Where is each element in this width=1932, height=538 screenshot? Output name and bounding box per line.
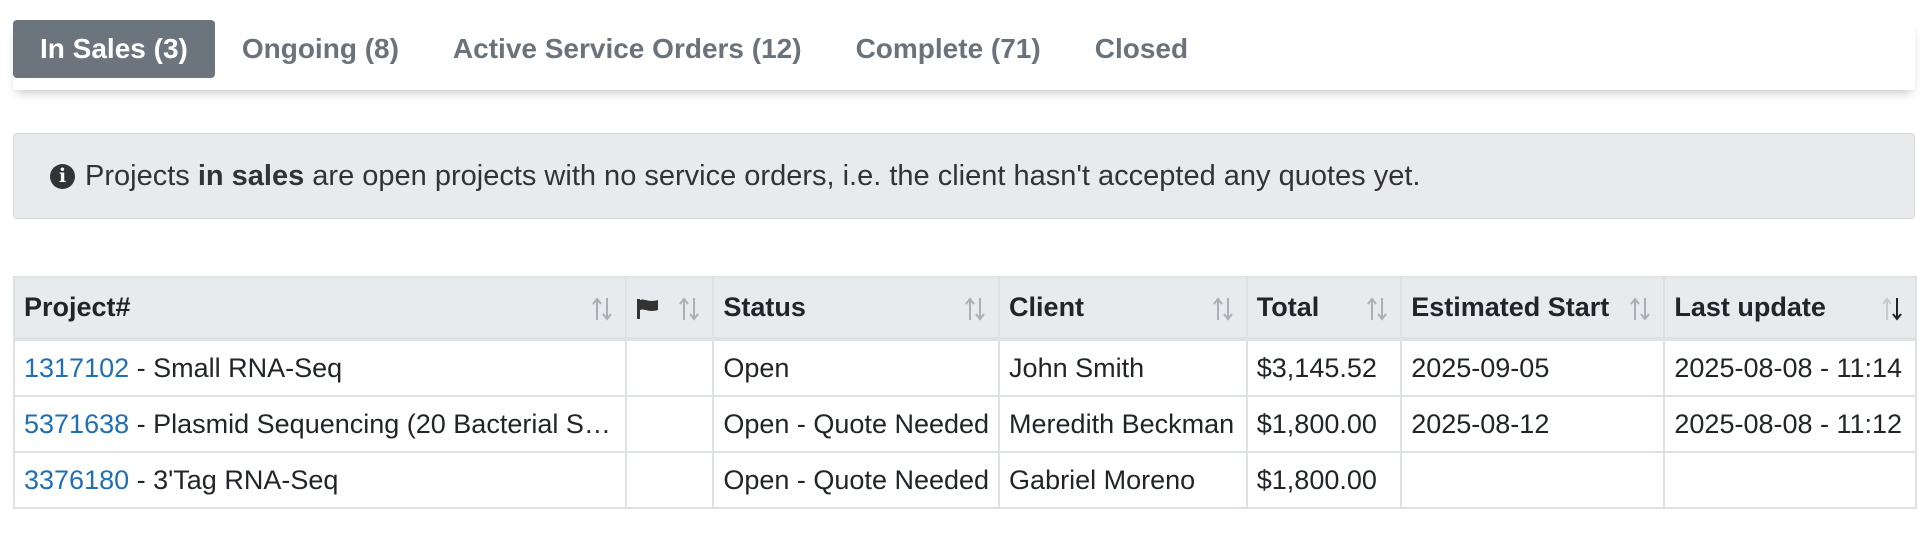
project-tabs: In Sales (3) Ongoing (8) Active Service …: [13, 20, 1915, 90]
cell-project: 3376180 - 3'Tag RNA-Seq: [13, 451, 627, 509]
header-last-update[interactable]: Last update: [1663, 276, 1917, 341]
header-estimated-start-label: Estimated Start: [1411, 292, 1610, 322]
tab-ongoing[interactable]: Ongoing (8): [215, 20, 426, 78]
header-last-update-label: Last update: [1674, 292, 1826, 322]
project-title: - Small RNA-Seq: [129, 352, 343, 383]
sort-both-icon[interactable]: [964, 296, 986, 322]
project-id-link[interactable]: 3376180: [24, 465, 129, 495]
cell-estimated-start: 2025-08-12: [1400, 395, 1666, 453]
table-header-row: Project# Status Client Total Estimated S…: [13, 276, 1917, 341]
project-id-link[interactable]: 5371638: [24, 409, 129, 439]
cell-flag: [624, 338, 715, 397]
tab-complete[interactable]: Complete (71): [829, 20, 1068, 78]
tab-in-sales[interactable]: In Sales (3): [13, 20, 215, 78]
cell-last-update: 2025-08-08 - 11:14: [1663, 338, 1917, 397]
table-row: 5371638 - Plasmid Sequencing (20 Bacteri…: [13, 395, 1917, 453]
flag-icon: [636, 292, 660, 322]
header-project-label: Project#: [24, 292, 131, 322]
cell-project: 5371638 - Plasmid Sequencing (20 Bacteri…: [13, 395, 627, 453]
table-row: 1317102 - Small RNA-Seq Open John Smith …: [13, 338, 1917, 397]
cell-total: $3,145.52: [1245, 338, 1403, 397]
cell-total: $1,800.00: [1245, 451, 1403, 509]
cell-total: $1,800.00: [1245, 395, 1403, 453]
cell-flag: [624, 395, 715, 453]
projects-table: Project# Status Client Total Estimated S…: [13, 276, 1917, 509]
project-title: - Plasmid Sequencing (20 Bacterial Sam..…: [129, 408, 626, 439]
header-total-label: Total: [1256, 292, 1320, 322]
tab-active-service-orders[interactable]: Active Service Orders (12): [426, 20, 829, 78]
cell-estimated-start: 2025-09-05: [1400, 338, 1666, 397]
alert-emphasis: in sales: [197, 159, 305, 192]
header-project[interactable]: Project#: [13, 276, 627, 341]
header-client-label: Client: [1009, 292, 1085, 322]
info-circle-icon: i: [50, 163, 75, 189]
alert-prefix: Projects: [85, 159, 198, 192]
header-total[interactable]: Total: [1245, 276, 1403, 341]
project-title: - 3'Tag RNA-Seq: [129, 464, 339, 495]
sort-both-icon[interactable]: [1366, 296, 1388, 322]
cell-client: Meredith Beckman: [998, 395, 1248, 453]
cell-status: Open - Quote Needed: [712, 395, 1001, 453]
sort-both-icon[interactable]: [678, 296, 700, 322]
cell-client: John Smith: [998, 338, 1248, 397]
cell-last-update: 2025-08-08 - 11:12: [1663, 395, 1917, 453]
header-estimated-start[interactable]: Estimated Start: [1400, 276, 1666, 341]
cell-last-update: [1663, 451, 1917, 509]
cell-status: Open: [712, 338, 1001, 397]
header-status-label: Status: [723, 292, 806, 322]
sort-both-icon[interactable]: [591, 296, 613, 322]
sort-desc-icon[interactable]: [1881, 296, 1903, 322]
tab-closed[interactable]: Closed: [1068, 20, 1215, 78]
header-flag[interactable]: [624, 276, 715, 341]
header-status[interactable]: Status: [712, 276, 1001, 341]
cell-flag: [624, 451, 715, 509]
table-row: 3376180 - 3'Tag RNA-Seq Open - Quote Nee…: [13, 451, 1917, 509]
sort-both-icon[interactable]: [1212, 296, 1234, 322]
header-client[interactable]: Client: [998, 276, 1248, 341]
project-id-link[interactable]: 1317102: [24, 353, 129, 383]
cell-estimated-start: [1400, 451, 1666, 509]
cell-client: Gabriel Moreno: [998, 451, 1248, 509]
info-alert: i Projects in sales are open projects wi…: [13, 133, 1915, 219]
cell-project: 1317102 - Small RNA-Seq: [13, 338, 627, 397]
sort-both-icon[interactable]: [1629, 296, 1651, 322]
alert-suffix: are open projects with no service orders…: [304, 159, 1421, 192]
cell-status: Open - Quote Needed: [712, 451, 1001, 509]
